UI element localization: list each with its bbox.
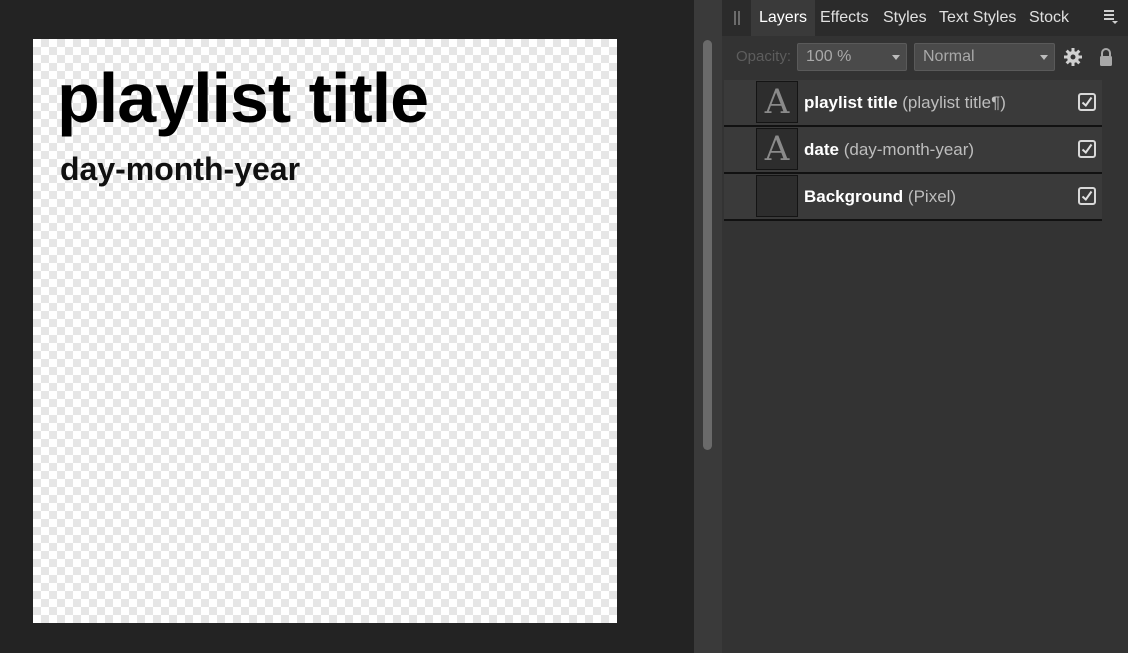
gear-icon[interactable] (1063, 47, 1083, 67)
layers-panel: Layers Effects Styles Text Styles Stock … (722, 0, 1128, 653)
panel-grip-handle[interactable] (734, 11, 740, 25)
checkmark-icon (1081, 190, 1093, 201)
checkmark-icon (1081, 96, 1093, 107)
tab-styles[interactable]: Styles (883, 0, 927, 36)
text-layer-thumbnail: A (756, 128, 798, 170)
layer-row-background[interactable]: Background (Pixel) (724, 174, 1102, 221)
layer-name: Background (804, 187, 904, 206)
opacity-dropdown[interactable]: 100 % (797, 43, 907, 71)
layer-name: date (804, 140, 839, 159)
opacity-label: Opacity: (736, 48, 792, 65)
opacity-value: 100 % (806, 48, 852, 65)
text-layer-thumbnail: A (756, 81, 798, 123)
canvas-workspace: playlist title day-month-year (0, 0, 694, 653)
vertical-scrollbar[interactable] (694, 0, 722, 653)
tab-text-styles[interactable]: Text Styles (939, 0, 1016, 36)
artboard[interactable]: playlist title day-month-year (33, 39, 617, 623)
lock-icon[interactable] (1098, 47, 1114, 67)
layer-type: (Pixel) (907, 187, 957, 206)
layer-type: (playlist title¶) (902, 93, 1006, 112)
layer-visibility-checkbox[interactable] (1078, 93, 1096, 111)
chevron-down-icon (892, 55, 900, 60)
checkmark-icon (1081, 143, 1093, 154)
text-layer-icon: A (764, 129, 790, 169)
tab-stock[interactable]: Stock (1029, 0, 1069, 36)
layer-row-playlist-title[interactable]: A playlist title (playlist title¶) (724, 80, 1102, 127)
layer-row-date[interactable]: A date (day-month-year) (724, 127, 1102, 174)
text-layer-icon: A (764, 82, 790, 122)
tab-effects[interactable]: Effects (820, 0, 869, 36)
layer-visibility-checkbox[interactable] (1078, 140, 1096, 158)
panel-tab-bar: Layers Effects Styles Text Styles Stock (722, 0, 1128, 36)
artboard-title-text[interactable]: playlist title (57, 53, 429, 143)
scrollbar-thumb[interactable] (703, 40, 712, 450)
chevron-down-icon (1040, 55, 1048, 60)
blend-mode-dropdown[interactable]: Normal (914, 43, 1055, 71)
layer-type: (day-month-year) (843, 140, 975, 159)
layer-list: A playlist title (playlist title¶) A dat… (724, 80, 1102, 221)
layer-name: playlist title (804, 93, 898, 112)
blend-mode-value: Normal (923, 48, 975, 65)
artboard-date-text[interactable]: day-month-year (60, 149, 300, 189)
layers-toolbar: Opacity: 100 % Normal (722, 36, 1128, 78)
tab-layers[interactable]: Layers (751, 0, 816, 36)
panel-menu-icon[interactable] (1104, 10, 1118, 24)
pixel-layer-thumbnail (756, 175, 798, 217)
layer-visibility-checkbox[interactable] (1078, 187, 1096, 205)
